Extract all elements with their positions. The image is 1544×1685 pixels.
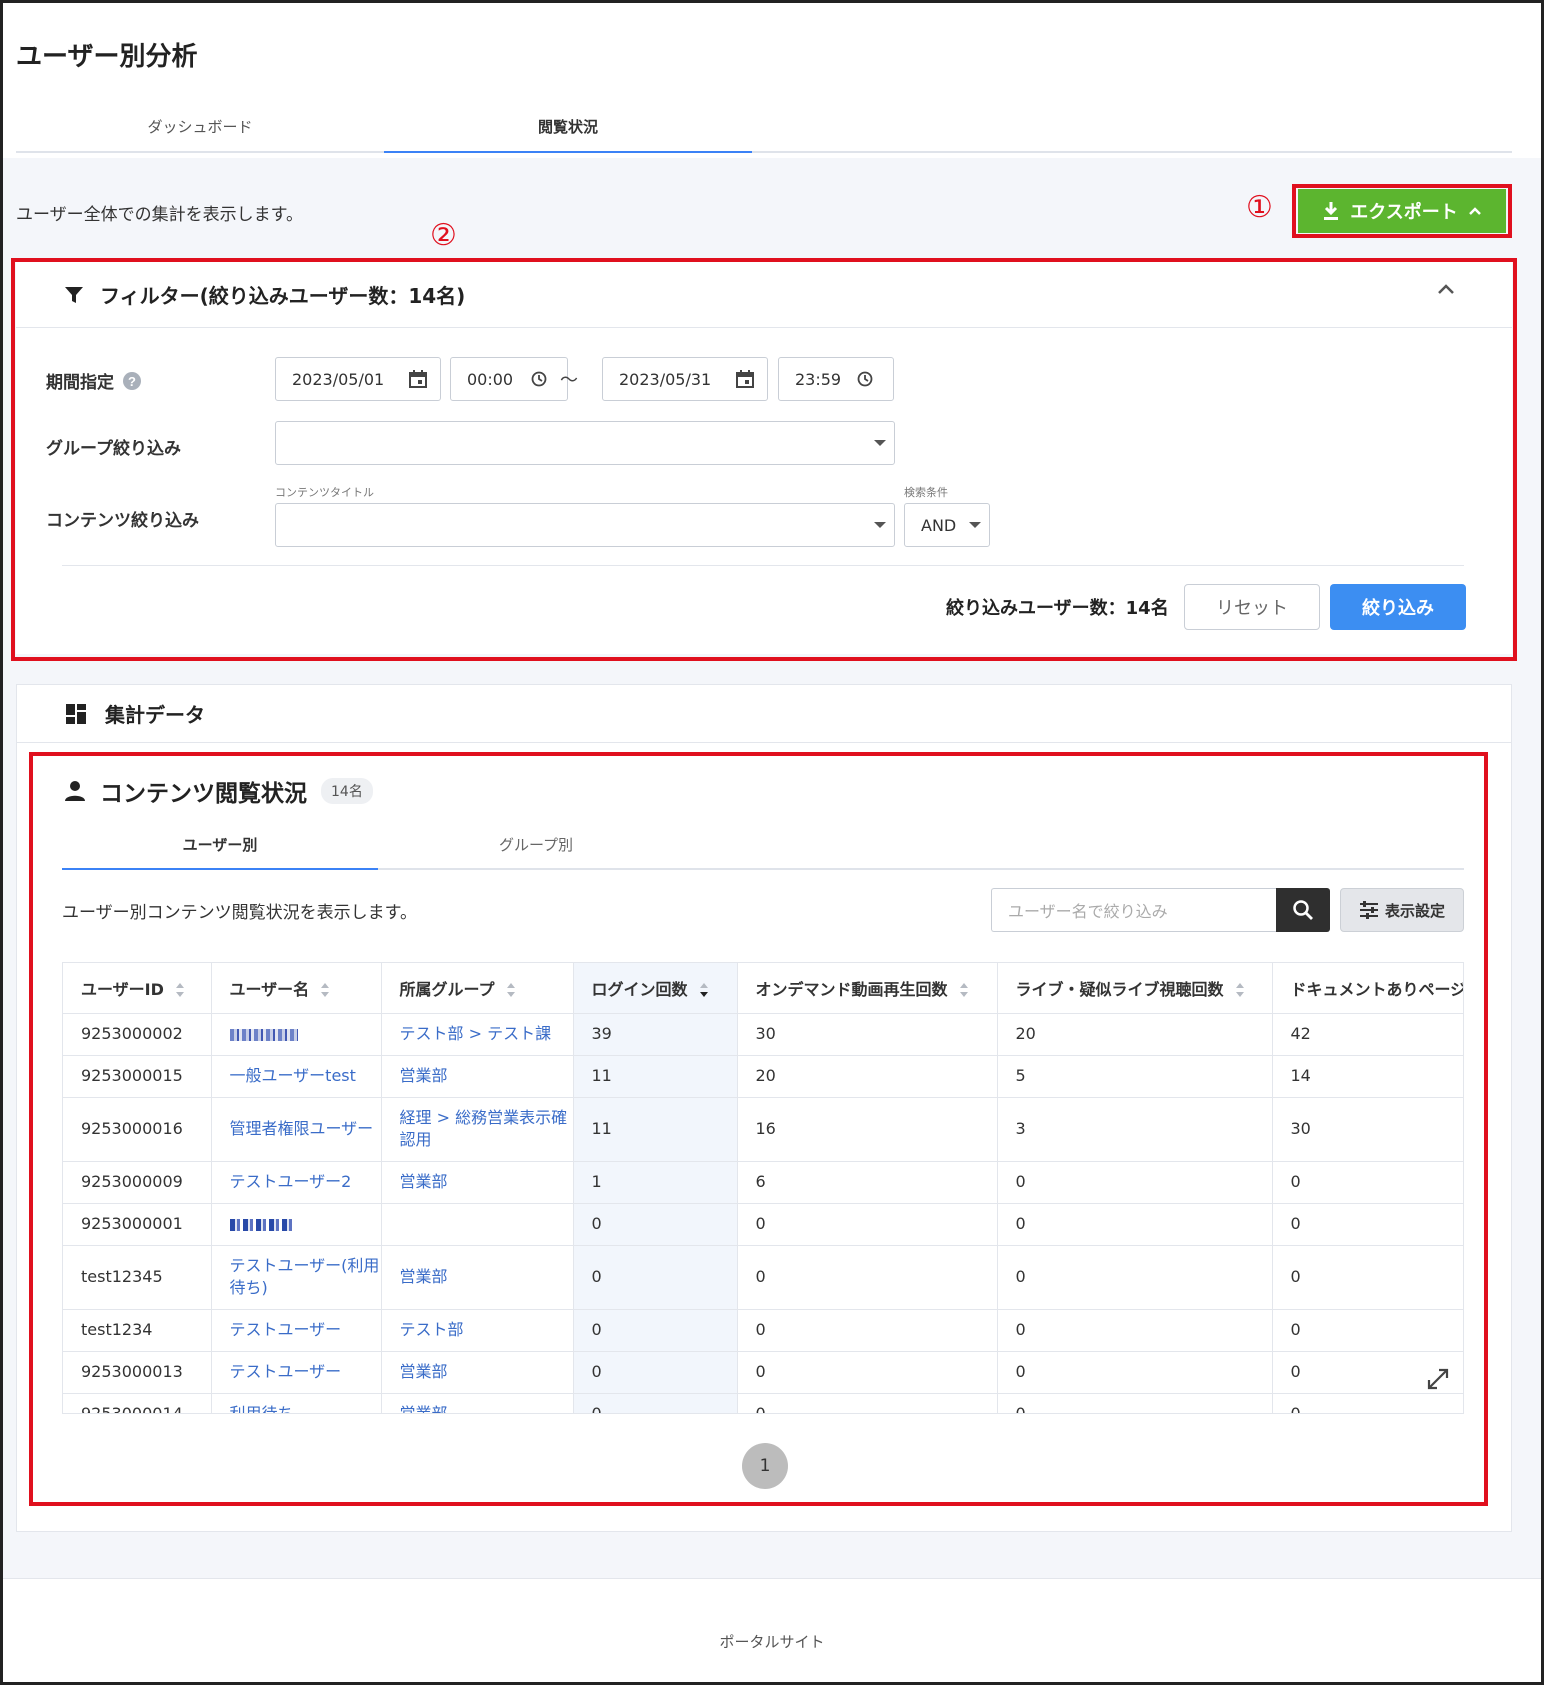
footer-portal-link[interactable]: ポータルサイト bbox=[0, 1631, 1544, 1652]
tab-viewing-status[interactable]: 閲覧状況 bbox=[384, 108, 752, 153]
page-description: ユーザー全体での集計を表示します。 bbox=[16, 205, 303, 225]
highlight-box-1 bbox=[1292, 184, 1512, 238]
footer bbox=[3, 1578, 1541, 1682]
aggregate-title: 集計データ bbox=[105, 703, 205, 727]
marker-2: ② bbox=[430, 218, 457, 253]
page-title: ユーザー別分析 bbox=[16, 42, 198, 72]
highlight-box-3 bbox=[29, 752, 1488, 1506]
tab-dashboard[interactable]: ダッシュボード bbox=[16, 108, 384, 151]
dashboard-icon bbox=[66, 703, 86, 724]
marker-1: ① bbox=[1246, 190, 1273, 225]
highlight-box-2 bbox=[11, 258, 1517, 661]
main-tabs: ダッシュボード 閲覧状況 bbox=[16, 108, 1512, 153]
aggregate-header: 集計データ bbox=[17, 685, 1511, 743]
